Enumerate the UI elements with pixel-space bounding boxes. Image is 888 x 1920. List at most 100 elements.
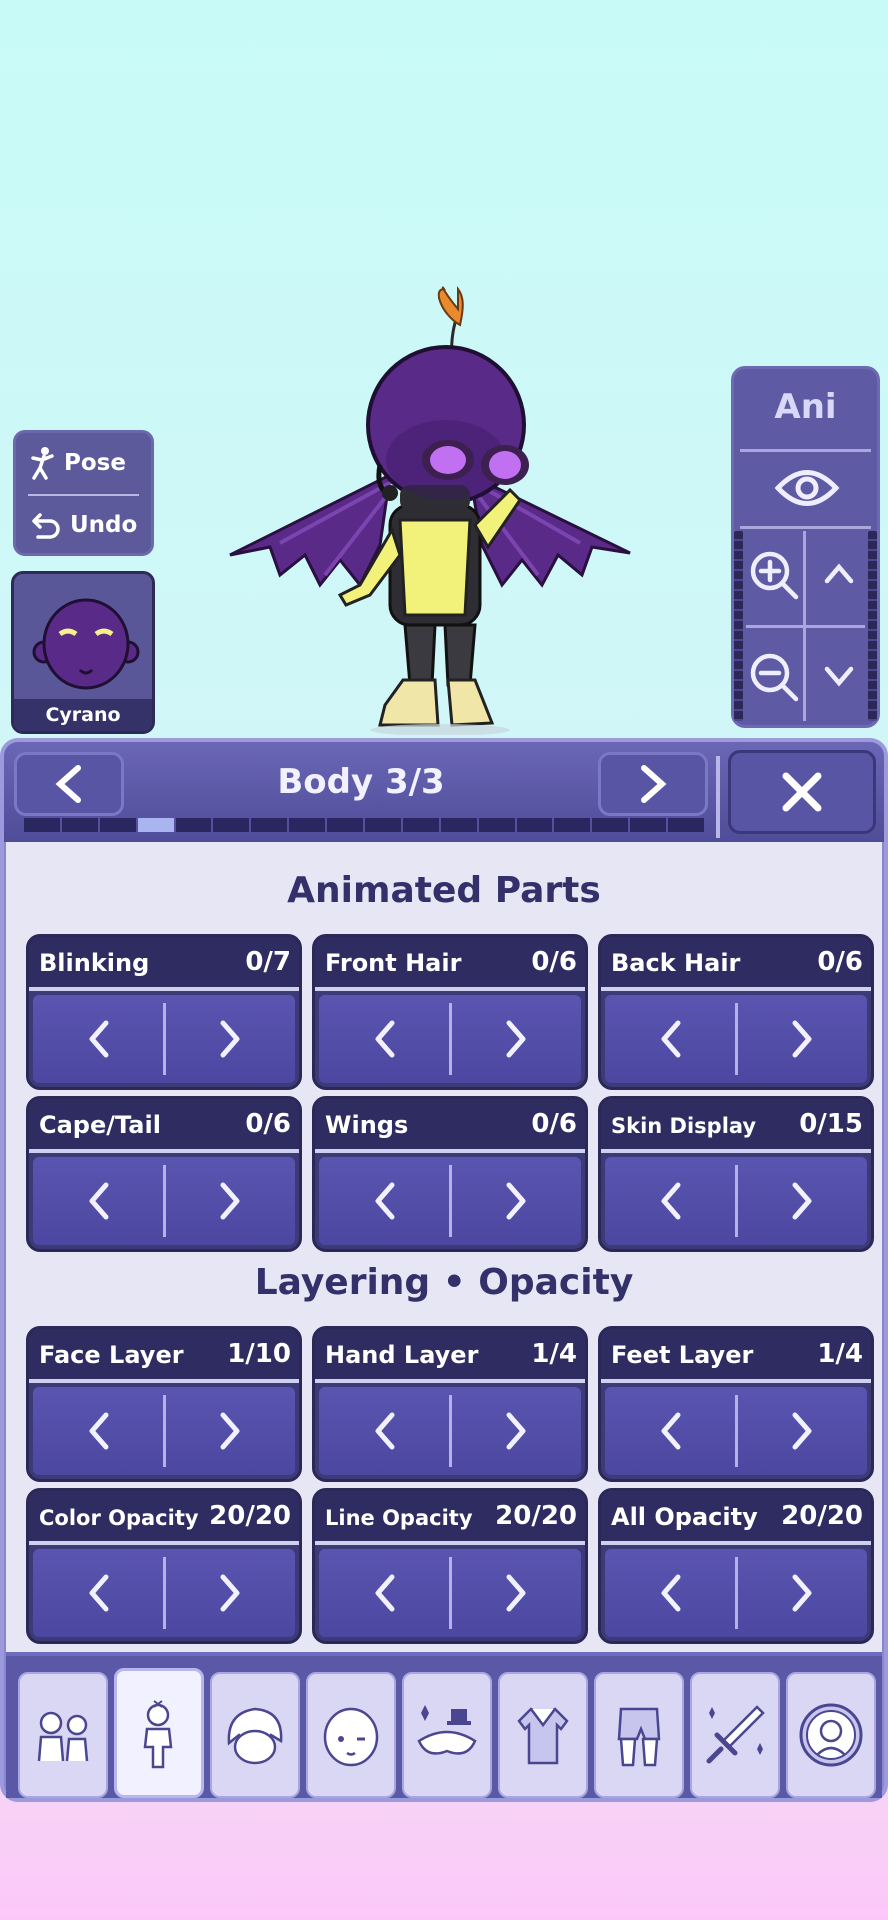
character-figure[interactable] [220,285,640,735]
increase-button[interactable] [164,1387,295,1475]
decrease-button[interactable] [319,1549,450,1637]
color-opacity-control: Color Opacity 20/20 [26,1488,302,1644]
chevron-up-icon[interactable] [822,559,856,589]
profile-tab[interactable] [786,1672,876,1798]
page-segment [99,818,136,832]
control-arrows [319,1387,581,1475]
chevron-right-icon [506,1412,525,1450]
page-segment [478,818,515,832]
control-arrows [605,1387,867,1475]
divider [601,1379,871,1383]
chevron-left-icon [375,1182,394,1220]
zoom-out-icon[interactable] [748,651,800,703]
chevron-right-icon [220,1182,239,1220]
undo-icon [32,513,60,539]
control-header: Face Layer 1/10 [29,1329,299,1379]
increase-button[interactable] [450,1387,581,1475]
decrease-button[interactable] [33,995,164,1083]
control-label: Back Hair [611,949,741,977]
character-slot[interactable]: Cyrano [11,571,155,734]
decrease-button[interactable] [605,1157,736,1245]
body-tab[interactable] [114,1668,204,1798]
ani-button[interactable]: Ani [734,387,877,427]
panel-body: Animated Parts Blinking 0/7 Front Hair 0/6 B… [6,842,882,1652]
control-label: All Opacity [611,1503,758,1531]
divider [315,1149,585,1153]
character-name: Cyrano [14,699,152,731]
accessories-tab[interactable] [402,1672,492,1798]
page-segment [175,818,212,832]
control-header: Blinking 0/7 [29,937,299,987]
face-tab[interactable] [306,1672,396,1798]
divider [29,1541,299,1545]
increase-button[interactable] [164,995,295,1083]
control-header: Wings 0/6 [315,1099,585,1149]
undo-button[interactable]: Undo [16,495,151,555]
decrease-button[interactable] [33,1549,164,1637]
control-label: Wings [325,1111,409,1139]
decrease-button[interactable] [33,1157,164,1245]
increase-button[interactable] [736,995,867,1083]
pose-button[interactable]: Pose [16,433,151,493]
page-segment [61,818,98,832]
accessories-icon [417,1705,477,1755]
chevron-right-icon [506,1182,525,1220]
skin-display-control: Skin Display 0/15 [598,1096,874,1252]
hair-icon [227,1707,283,1765]
increase-button[interactable] [736,1549,867,1637]
chevron-down-icon[interactable] [822,661,856,691]
control-arrows [33,1157,295,1245]
zoom-in-icon[interactable] [748,549,800,601]
page-indicator [24,818,705,832]
body-icon [143,1700,173,1769]
control-arrows [605,1549,867,1637]
chevron-right-icon [220,1412,239,1450]
props-tab[interactable] [690,1672,780,1798]
height-scrollbar[interactable] [868,531,877,721]
increase-button[interactable] [450,1157,581,1245]
increase-button[interactable] [736,1387,867,1475]
view-controls: Ani [731,366,880,728]
decrease-button[interactable] [319,995,450,1083]
increase-button[interactable] [164,1549,295,1637]
increase-button[interactable] [450,995,581,1083]
control-arrows [319,1157,581,1245]
chevron-left-icon [375,1412,394,1450]
characters-icon [37,1711,89,1762]
divider [601,1541,871,1545]
control-header: Line Opacity 20/20 [315,1491,585,1541]
face-icon [323,1707,379,1767]
hair-tab[interactable] [210,1672,300,1798]
zoom-scrollbar[interactable] [734,531,743,721]
decrease-button[interactable] [319,1387,450,1475]
decrease-button[interactable] [605,1387,736,1475]
divider [315,987,585,991]
decrease-button[interactable] [605,1549,736,1637]
top-tab[interactable] [498,1672,588,1798]
page-segment [440,818,477,832]
increase-button[interactable] [736,1157,867,1245]
chevron-left-icon [89,1182,108,1220]
divider [746,625,865,628]
next-page-button[interactable] [598,752,708,816]
decrease-button[interactable] [33,1387,164,1475]
prev-page-button[interactable] [14,752,124,816]
increase-button[interactable] [450,1549,581,1637]
close-button[interactable] [728,750,876,834]
control-value: 1/4 [817,1339,863,1369]
chevron-right-icon [220,1574,239,1612]
control-header: Back Hair 0/6 [601,937,871,987]
chevron-left-icon [89,1574,108,1612]
characters-tab[interactable] [18,1672,108,1798]
decrease-button[interactable] [319,1157,450,1245]
chevron-right-icon [220,1020,239,1058]
control-label: Hand Layer [325,1341,479,1369]
bottom-tab[interactable] [594,1672,684,1798]
control-arrows [605,995,867,1083]
decrease-button[interactable] [605,995,736,1083]
increase-button[interactable] [164,1157,295,1245]
control-value: 0/6 [531,947,577,977]
eye-icon[interactable] [774,463,840,513]
face-layer-control: Face Layer 1/10 [26,1326,302,1482]
feet-layer-control: Feet Layer 1/4 [598,1326,874,1482]
